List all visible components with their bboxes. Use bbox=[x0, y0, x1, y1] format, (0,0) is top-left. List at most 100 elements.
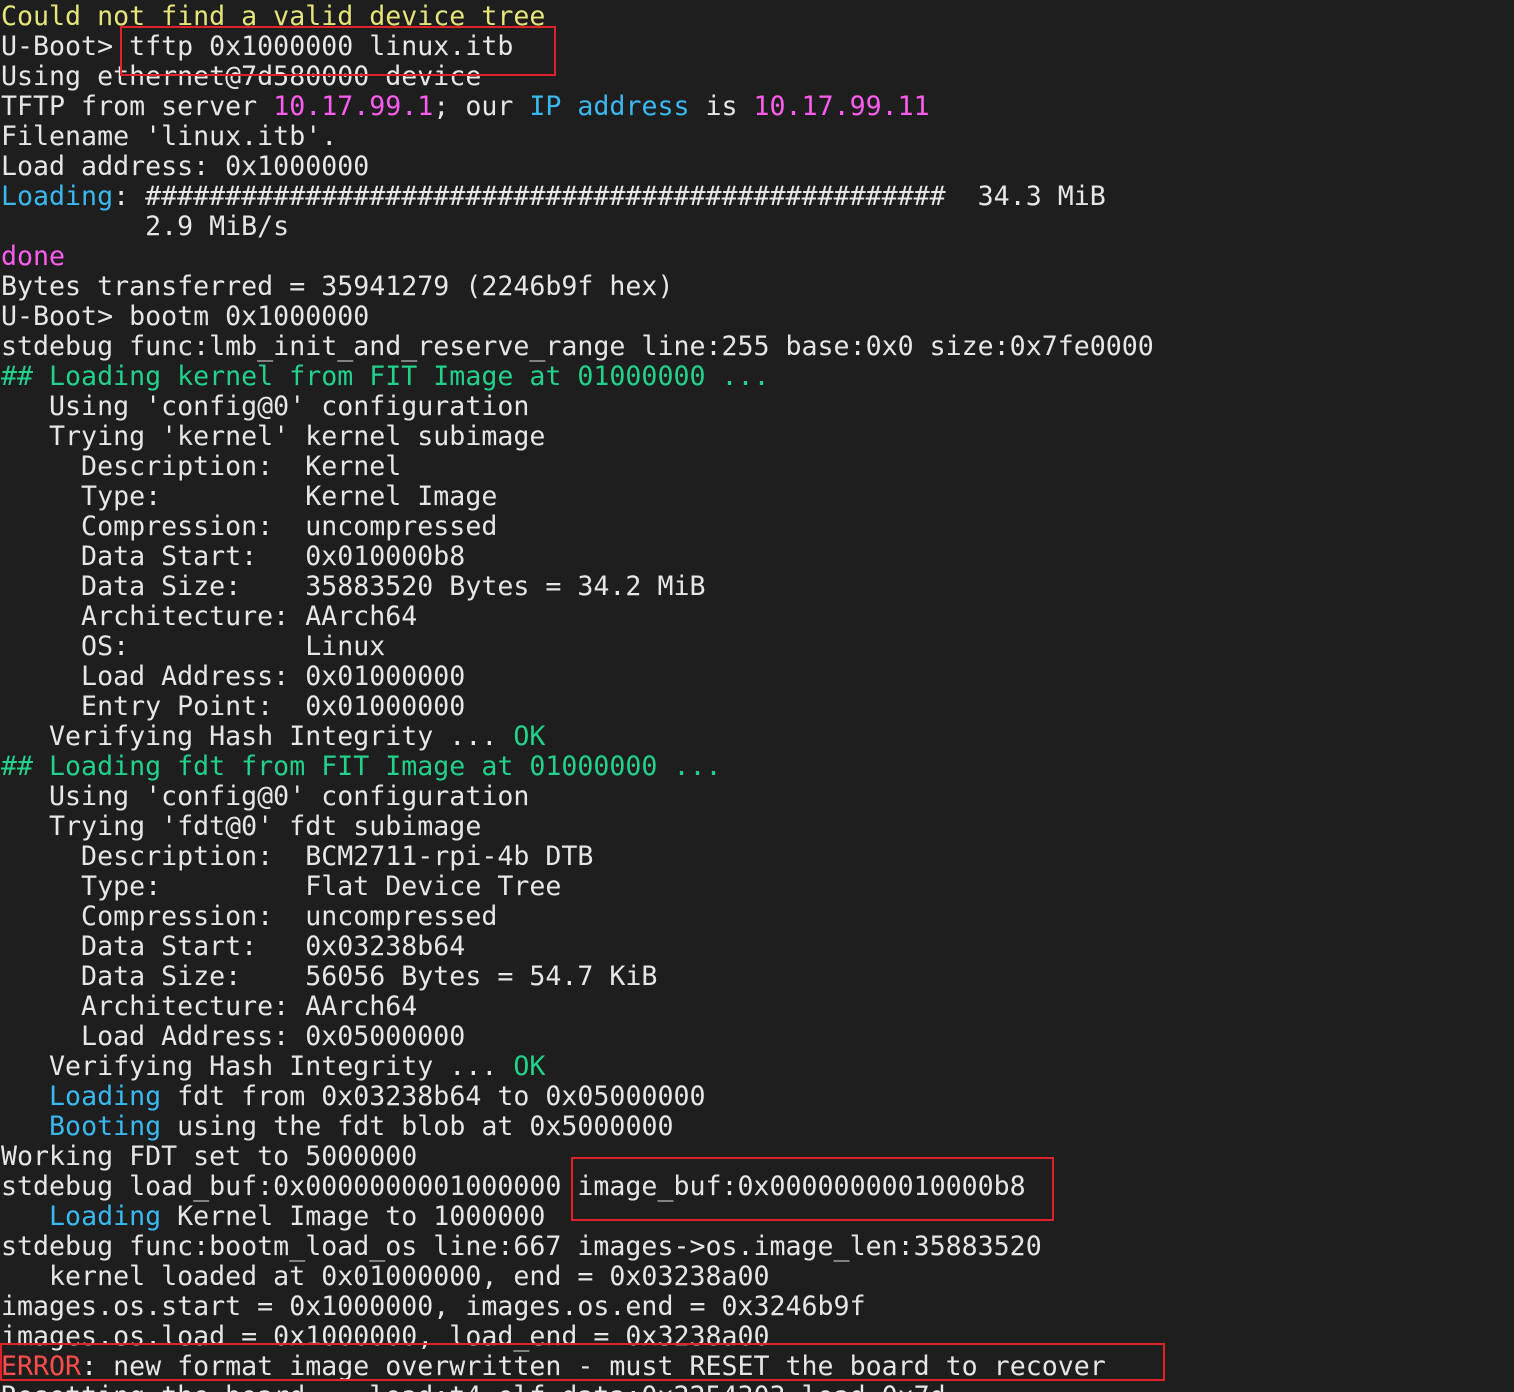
terminal-text-segment: Architecture: AArch64 bbox=[1, 991, 418, 1022]
terminal-line: Verifying Hash Integrity ... OK bbox=[1, 722, 1154, 752]
terminal-text-segment: is bbox=[689, 91, 754, 122]
terminal-text-segment: Kernel Image to 1000000 bbox=[161, 1201, 546, 1232]
terminal-line: Could not find a valid device tree bbox=[1, 2, 1154, 32]
terminal-line: Trying 'kernel' kernel subimage bbox=[1, 422, 1154, 452]
terminal-line: Description: Kernel bbox=[1, 452, 1154, 482]
terminal-text-segment: Loading bbox=[49, 1201, 162, 1232]
terminal-text-segment: fdt from 0x03238b64 to 0x05000000 bbox=[161, 1081, 706, 1112]
terminal-text-segment: TFTP from server bbox=[1, 91, 274, 122]
terminal-line: Load Address: 0x01000000 bbox=[1, 662, 1154, 692]
terminal-line: Data Start: 0x010000b8 bbox=[1, 542, 1154, 572]
terminal-text-segment: Data Start: 0x03238b64 bbox=[1, 931, 466, 962]
terminal-text-segment: done bbox=[1, 241, 66, 272]
terminal-text-segment: ## Loading fdt from FIT Image at 0100000… bbox=[1, 751, 722, 782]
terminal-text-segment: 10.17.99.1 bbox=[273, 91, 434, 122]
terminal-line: stdebug load_buf:0x0000000001000000 imag… bbox=[1, 1172, 1154, 1202]
terminal-text-segment: : ######################################… bbox=[113, 181, 1106, 212]
terminal-line: Load Address: 0x05000000 bbox=[1, 1022, 1154, 1052]
terminal-line: Data Size: 56056 Bytes = 54.7 KiB bbox=[1, 962, 1154, 992]
terminal-text-segment: Description: Kernel bbox=[1, 451, 402, 482]
terminal-text-segment: Filename 'linux.itb'. bbox=[1, 121, 338, 152]
terminal-text-segment: Architecture: AArch64 bbox=[1, 601, 418, 632]
terminal-text-segment: Compression: uncompressed bbox=[1, 901, 498, 932]
terminal-text-segment: Using 'config@0' configuration bbox=[1, 781, 530, 812]
terminal-text-segment: images.os.load = 0x1000000, load_end = 0… bbox=[1, 1321, 770, 1352]
terminal-text-segment: Type: Kernel Image bbox=[1, 481, 498, 512]
terminal-text-segment: Trying 'kernel' kernel subimage bbox=[1, 421, 546, 452]
terminal-line: Architecture: AArch64 bbox=[1, 992, 1154, 1022]
terminal-text-segment: 2.9 MiB/s bbox=[1, 211, 290, 242]
terminal-text-segment: images.os.start = 0x1000000, images.os.e… bbox=[1, 1291, 866, 1322]
terminal-text-segment: Data Size: 56056 Bytes = 54.7 KiB bbox=[1, 961, 658, 992]
terminal-text-segment: Load Address: 0x05000000 bbox=[1, 1021, 466, 1052]
terminal-text-segment: Type: Flat Device Tree bbox=[1, 871, 562, 902]
terminal-text-segment: ## Loading kernel from FIT Image at 0100… bbox=[1, 361, 770, 392]
terminal-line: stdebug func:lmb_init_and_reserve_range … bbox=[1, 332, 1154, 362]
terminal-line: Using 'config@0' configuration bbox=[1, 782, 1154, 812]
terminal-line: done bbox=[1, 242, 1154, 272]
terminal-line: Verifying Hash Integrity ... OK bbox=[1, 1052, 1154, 1082]
terminal-text-segment: Description: BCM2711-rpi-4b DTB bbox=[1, 841, 594, 872]
terminal-line: Resetting the board... load:t4 elf_data:… bbox=[1, 1382, 1154, 1392]
terminal-text-segment: Load Address: 0x01000000 bbox=[1, 661, 466, 692]
terminal-text-segment: Verifying Hash Integrity ... bbox=[1, 721, 514, 752]
terminal-line: stdebug func:bootm_load_os line:667 imag… bbox=[1, 1232, 1154, 1262]
terminal-text-segment: Compression: uncompressed bbox=[1, 511, 498, 542]
terminal-line: Loading fdt from 0x03238b64 to 0x0500000… bbox=[1, 1082, 1154, 1112]
terminal-text-segment: using the fdt blob at 0x5000000 bbox=[161, 1111, 674, 1142]
terminal-line: OS: Linux bbox=[1, 632, 1154, 662]
terminal-text-segment: stdebug load_buf:0x0000000001000000 imag… bbox=[1, 1171, 1026, 1202]
terminal-line: Type: Flat Device Tree bbox=[1, 872, 1154, 902]
terminal-line: Data Size: 35883520 Bytes = 34.2 MiB bbox=[1, 572, 1154, 602]
terminal-line: Loading: ###############################… bbox=[1, 182, 1154, 212]
terminal-line: Compression: uncompressed bbox=[1, 902, 1154, 932]
terminal-text-segment: Loading bbox=[49, 1081, 162, 1112]
terminal-text-segment: kernel loaded at 0x01000000, end = 0x032… bbox=[1, 1261, 770, 1292]
terminal-text-segment: IP address bbox=[529, 91, 690, 122]
terminal-text-segment: Bytes transferred = 35941279 (2246b9f he… bbox=[1, 271, 674, 302]
terminal-line: kernel loaded at 0x01000000, end = 0x032… bbox=[1, 1262, 1154, 1292]
terminal-text-segment: Resetting the board... load:t4 elf_data:… bbox=[1, 1381, 994, 1392]
terminal-line: images.os.load = 0x1000000, load_end = 0… bbox=[1, 1322, 1154, 1352]
terminal-line: ERROR: new format image overwritten - mu… bbox=[1, 1352, 1154, 1382]
terminal-text-segment: OS: Linux bbox=[1, 631, 386, 662]
terminal-text-segment: U-Boot> tftp 0x1000000 linux.itb bbox=[1, 31, 514, 62]
terminal-text-segment: Load address: 0x1000000 bbox=[1, 151, 370, 182]
terminal-line: Data Start: 0x03238b64 bbox=[1, 932, 1154, 962]
terminal-text-segment: Data Start: 0x010000b8 bbox=[1, 541, 466, 572]
terminal-text-segment: stdebug func:bootm_load_os line:667 imag… bbox=[1, 1231, 1042, 1262]
terminal-line: images.os.start = 0x1000000, images.os.e… bbox=[1, 1292, 1154, 1322]
terminal-line: Entry Point: 0x01000000 bbox=[1, 692, 1154, 722]
terminal-line: Bytes transferred = 35941279 (2246b9f he… bbox=[1, 272, 1154, 302]
terminal-text-segment: Entry Point: 0x01000000 bbox=[1, 691, 466, 722]
terminal-text-segment: Data Size: 35883520 Bytes = 34.2 MiB bbox=[1, 571, 706, 602]
terminal-text-segment: : new format image overwritten - must RE… bbox=[81, 1351, 1106, 1382]
terminal-line: Architecture: AArch64 bbox=[1, 602, 1154, 632]
terminal-text-segment: Using ethernet@7d580000 device bbox=[1, 61, 482, 92]
terminal-line: Working FDT set to 5000000 bbox=[1, 1142, 1154, 1172]
terminal-line: Trying 'fdt@0' fdt subimage bbox=[1, 812, 1154, 842]
terminal-text-segment: Loading bbox=[1, 181, 114, 212]
terminal-text-segment: OK bbox=[513, 721, 546, 752]
terminal-line: Using 'config@0' configuration bbox=[1, 392, 1154, 422]
terminal-line: U-Boot> bootm 0x1000000 bbox=[1, 302, 1154, 332]
terminal-line: U-Boot> tftp 0x1000000 linux.itb bbox=[1, 32, 1154, 62]
terminal-line: 2.9 MiB/s bbox=[1, 212, 1154, 242]
terminal-line: Load address: 0x1000000 bbox=[1, 152, 1154, 182]
terminal-output: Could not find a valid device tree U-Boot… bbox=[1, 2, 1154, 1392]
terminal-text-segment: Working FDT set to 5000000 bbox=[1, 1141, 418, 1172]
terminal-text-segment: Could not find a valid device tree bbox=[1, 1, 546, 32]
terminal-line: Filename 'linux.itb'. bbox=[1, 122, 1154, 152]
terminal-line: Booting using the fdt blob at 0x5000000 bbox=[1, 1112, 1154, 1142]
terminal-line: Compression: uncompressed bbox=[1, 512, 1154, 542]
terminal-line: Loading Kernel Image to 1000000 bbox=[1, 1202, 1154, 1232]
terminal-window[interactable]: Could not find a valid device tree U-Boot… bbox=[0, 0, 1514, 1392]
terminal-line: ## Loading fdt from FIT Image at 0100000… bbox=[1, 752, 1154, 782]
terminal-line: Type: Kernel Image bbox=[1, 482, 1154, 512]
terminal-line: Using ethernet@7d580000 device bbox=[1, 62, 1154, 92]
terminal-text-segment: OK bbox=[513, 1051, 546, 1082]
terminal-text-segment: Using 'config@0' configuration bbox=[1, 391, 530, 422]
terminal-line: TFTP from server 10.17.99.1; our IP addr… bbox=[1, 92, 1154, 122]
